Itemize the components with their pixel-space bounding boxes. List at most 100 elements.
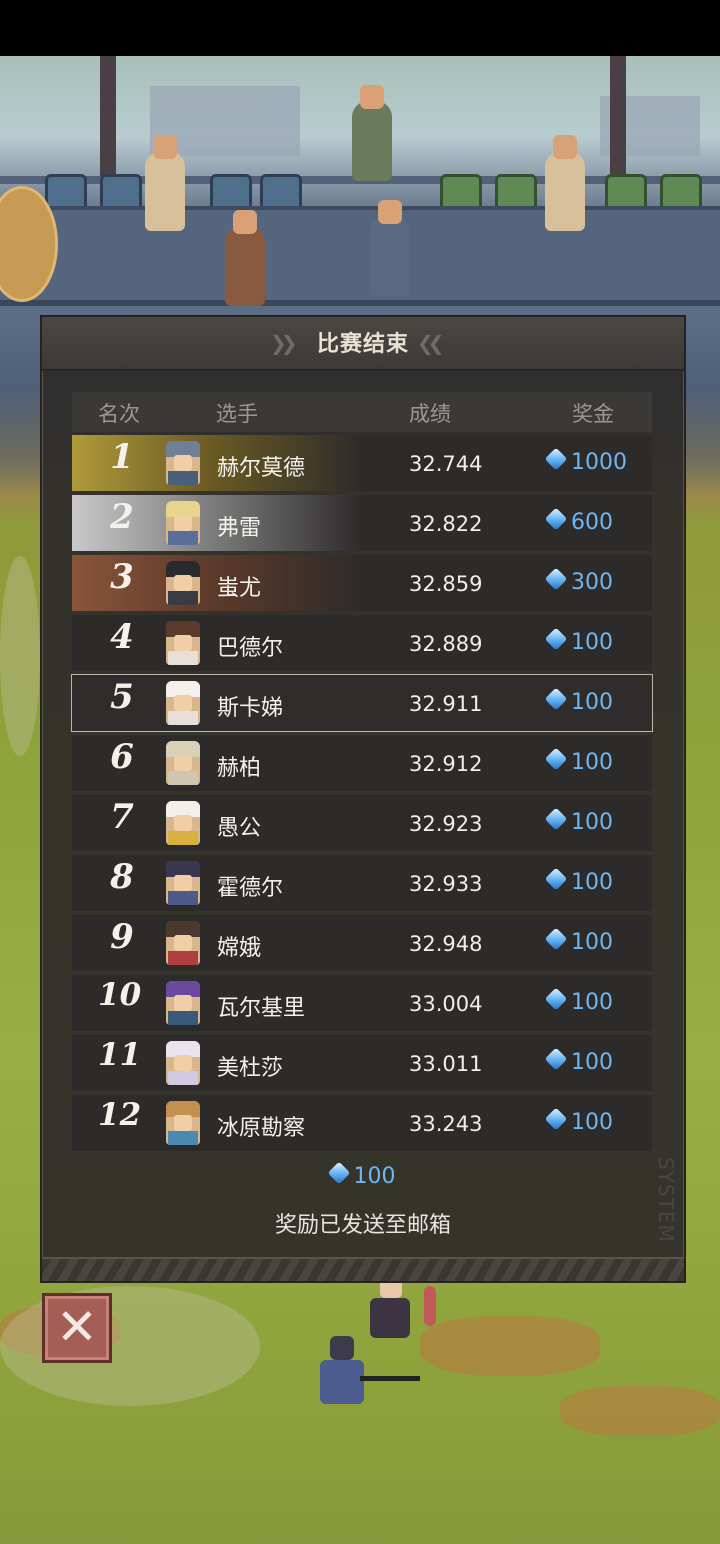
- player-score: 32.911: [409, 692, 483, 716]
- player-score: 33.243: [409, 1112, 483, 1136]
- prize-value: 100: [571, 930, 613, 955]
- player-name: 巴德尔: [217, 636, 284, 661]
- result-row[interactable]: 2 弗雷 32.822 600: [72, 495, 652, 551]
- player-prize: 100: [544, 987, 613, 1015]
- player-portrait: [166, 501, 200, 545]
- player-prize: 100: [544, 627, 613, 655]
- player-prize: 100: [544, 867, 613, 895]
- result-row[interactable]: 5 斯卡娣 32.911 100: [71, 674, 653, 732]
- result-row[interactable]: 3 蚩尤 32.859 300: [72, 555, 652, 611]
- player-score: 32.744: [409, 452, 483, 476]
- prize-value: 100: [571, 1110, 613, 1135]
- spectator: [145, 135, 185, 231]
- player-score: 33.004: [409, 992, 483, 1016]
- player-name: 斯卡娣: [217, 696, 284, 721]
- gem-icon: [544, 507, 568, 531]
- player-prize: 600: [544, 507, 613, 535]
- player-portrait: [166, 621, 200, 665]
- column-header-rank: 名次: [98, 402, 140, 426]
- player-score: 32.822: [409, 512, 483, 536]
- dirt-patch: [560, 1386, 720, 1436]
- dirt-patch: [420, 1316, 600, 1376]
- rank-number: 1: [110, 437, 134, 477]
- prize-value: 100: [571, 990, 613, 1015]
- result-row[interactable]: 8 霍德尔 32.933 100: [72, 855, 652, 911]
- player-name: 赫尔莫德: [217, 456, 306, 481]
- gem-icon: [544, 867, 568, 891]
- prize-value: 100: [571, 1050, 613, 1075]
- player-portrait: [166, 741, 200, 785]
- result-row[interactable]: 10 瓦尔基里 33.004 100: [72, 975, 652, 1031]
- column-header-player: 选手: [216, 402, 258, 426]
- player-prize: 1000: [544, 447, 627, 475]
- rank-number: 6: [110, 737, 134, 777]
- player-portrait: [166, 561, 200, 605]
- rank-number: 9: [110, 917, 134, 957]
- gem-icon: [544, 687, 568, 711]
- result-row[interactable]: 12 冰原勘察 33.243 100: [72, 1095, 652, 1151]
- close-button[interactable]: ✕: [42, 1293, 112, 1363]
- player-portrait: [166, 921, 200, 965]
- gem-icon: [544, 1047, 568, 1071]
- gem-icon: [544, 747, 568, 771]
- spectator: [225, 210, 265, 306]
- prize-value: 100: [571, 630, 613, 655]
- column-header-prize: 奖金: [572, 402, 614, 426]
- player-name: 霍德尔: [217, 876, 284, 901]
- gem-icon: [544, 927, 568, 951]
- result-row[interactable]: 6 赫柏 32.912 100: [72, 735, 652, 791]
- gem-icon: [544, 627, 568, 651]
- rank-number: 5: [110, 677, 134, 717]
- race-results-dialog: ❯❯ 比赛结束 ❮❮ 名次 选手 成绩 奖金 1 赫尔莫德 32.744 1000 2 弗…: [40, 315, 686, 1283]
- result-row[interactable]: 4 巴德尔 32.889 100: [72, 615, 652, 671]
- total-reward-value: 100: [353, 1164, 396, 1189]
- result-row[interactable]: 11 美杜莎 33.011 100: [72, 1035, 652, 1091]
- dust-cloud: [0, 1286, 260, 1406]
- dialog-header: ❯❯ 比赛结束 ❮❮: [42, 317, 684, 371]
- prize-value: 600: [571, 510, 613, 535]
- gem-icon: [327, 1161, 350, 1185]
- player-score: 32.859: [409, 572, 483, 596]
- rank-number: 12: [98, 1097, 142, 1133]
- rank-number: 3: [110, 557, 134, 597]
- table-header: 名次 选手 成绩 奖金: [72, 392, 652, 432]
- spectator: [545, 135, 585, 231]
- chevron-left-icon: ❮❮: [417, 331, 444, 355]
- spectator: [370, 200, 410, 296]
- rank-number: 4: [110, 617, 134, 657]
- dust-cloud: [0, 556, 40, 756]
- reward-note: 奖励已发送至邮箱: [274, 1213, 451, 1238]
- gem-icon: [544, 987, 568, 1011]
- player-name: 蚩尤: [217, 576, 262, 601]
- status-bar: [0, 0, 720, 56]
- player-name: 弗雷: [217, 516, 262, 541]
- results-table: 1 赫尔莫德 32.744 1000 2 弗雷 32.822 600 3 蚩尤 32.859 300 4…: [71, 435, 653, 1155]
- prize-value: 100: [571, 750, 613, 775]
- player-prize: 100: [544, 747, 613, 775]
- result-row[interactable]: 7 愚公 32.923 100: [72, 795, 652, 851]
- gem-icon: [544, 567, 568, 591]
- player-name: 赫柏: [217, 756, 262, 781]
- spectator: [352, 85, 392, 181]
- player-name: 嫦娥: [217, 936, 262, 961]
- player-portrait: [166, 981, 200, 1025]
- player-portrait: [166, 441, 200, 485]
- prize-value: 1000: [571, 450, 627, 475]
- result-row[interactable]: 1 赫尔莫德 32.744 1000: [72, 435, 652, 491]
- player-name: 美杜莎: [217, 1056, 284, 1081]
- player-name: 瓦尔基里: [217, 996, 306, 1021]
- player-prize: 100: [544, 1107, 613, 1135]
- gem-icon: [544, 447, 568, 471]
- rank-number: 7: [110, 797, 134, 837]
- hazard-stripe: [42, 1257, 684, 1281]
- gem-icon: [544, 807, 568, 831]
- player-portrait: [166, 681, 200, 725]
- result-row[interactable]: 9 嫦娥 32.948 100: [72, 915, 652, 971]
- player-score: 32.889: [409, 632, 483, 656]
- column-header-score: 成绩: [409, 402, 451, 426]
- player-portrait: [166, 861, 200, 905]
- player-portrait: [166, 1041, 200, 1085]
- player-prize: 100: [544, 927, 613, 955]
- prize-value: 100: [571, 690, 613, 715]
- dialog-title: 比赛结束: [316, 332, 409, 357]
